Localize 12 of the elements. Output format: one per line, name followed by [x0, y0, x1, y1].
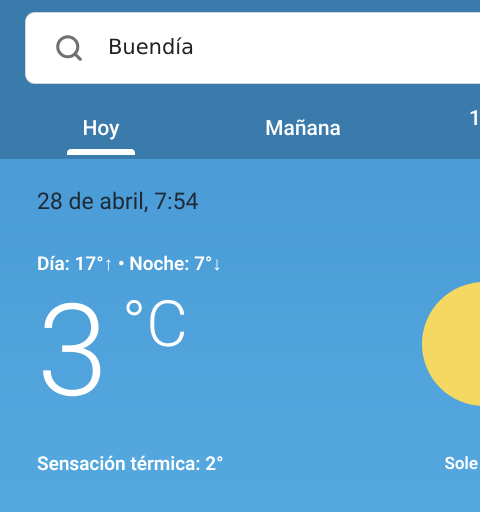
high-low-temperature: Día: 17°↑ • Noche: 7°↓ [37, 250, 223, 276]
day-tab[interactable]: 1 [404, 100, 480, 155]
feels-like-temperature: Sensación térmica: 2° [37, 451, 224, 477]
weather-condition: Sole [444, 452, 478, 476]
search-icon [54, 33, 84, 63]
search-field[interactable]: Buendía [25, 12, 480, 84]
day-tab[interactable]: Hoy [0, 100, 202, 155]
temperature-unit: °C [122, 290, 188, 360]
temperature-value: 3 [37, 288, 108, 416]
date-time: 28 de abril, 7:54 [37, 187, 200, 217]
sun-icon [422, 282, 480, 406]
day-tab[interactable]: Mañana [202, 100, 404, 155]
